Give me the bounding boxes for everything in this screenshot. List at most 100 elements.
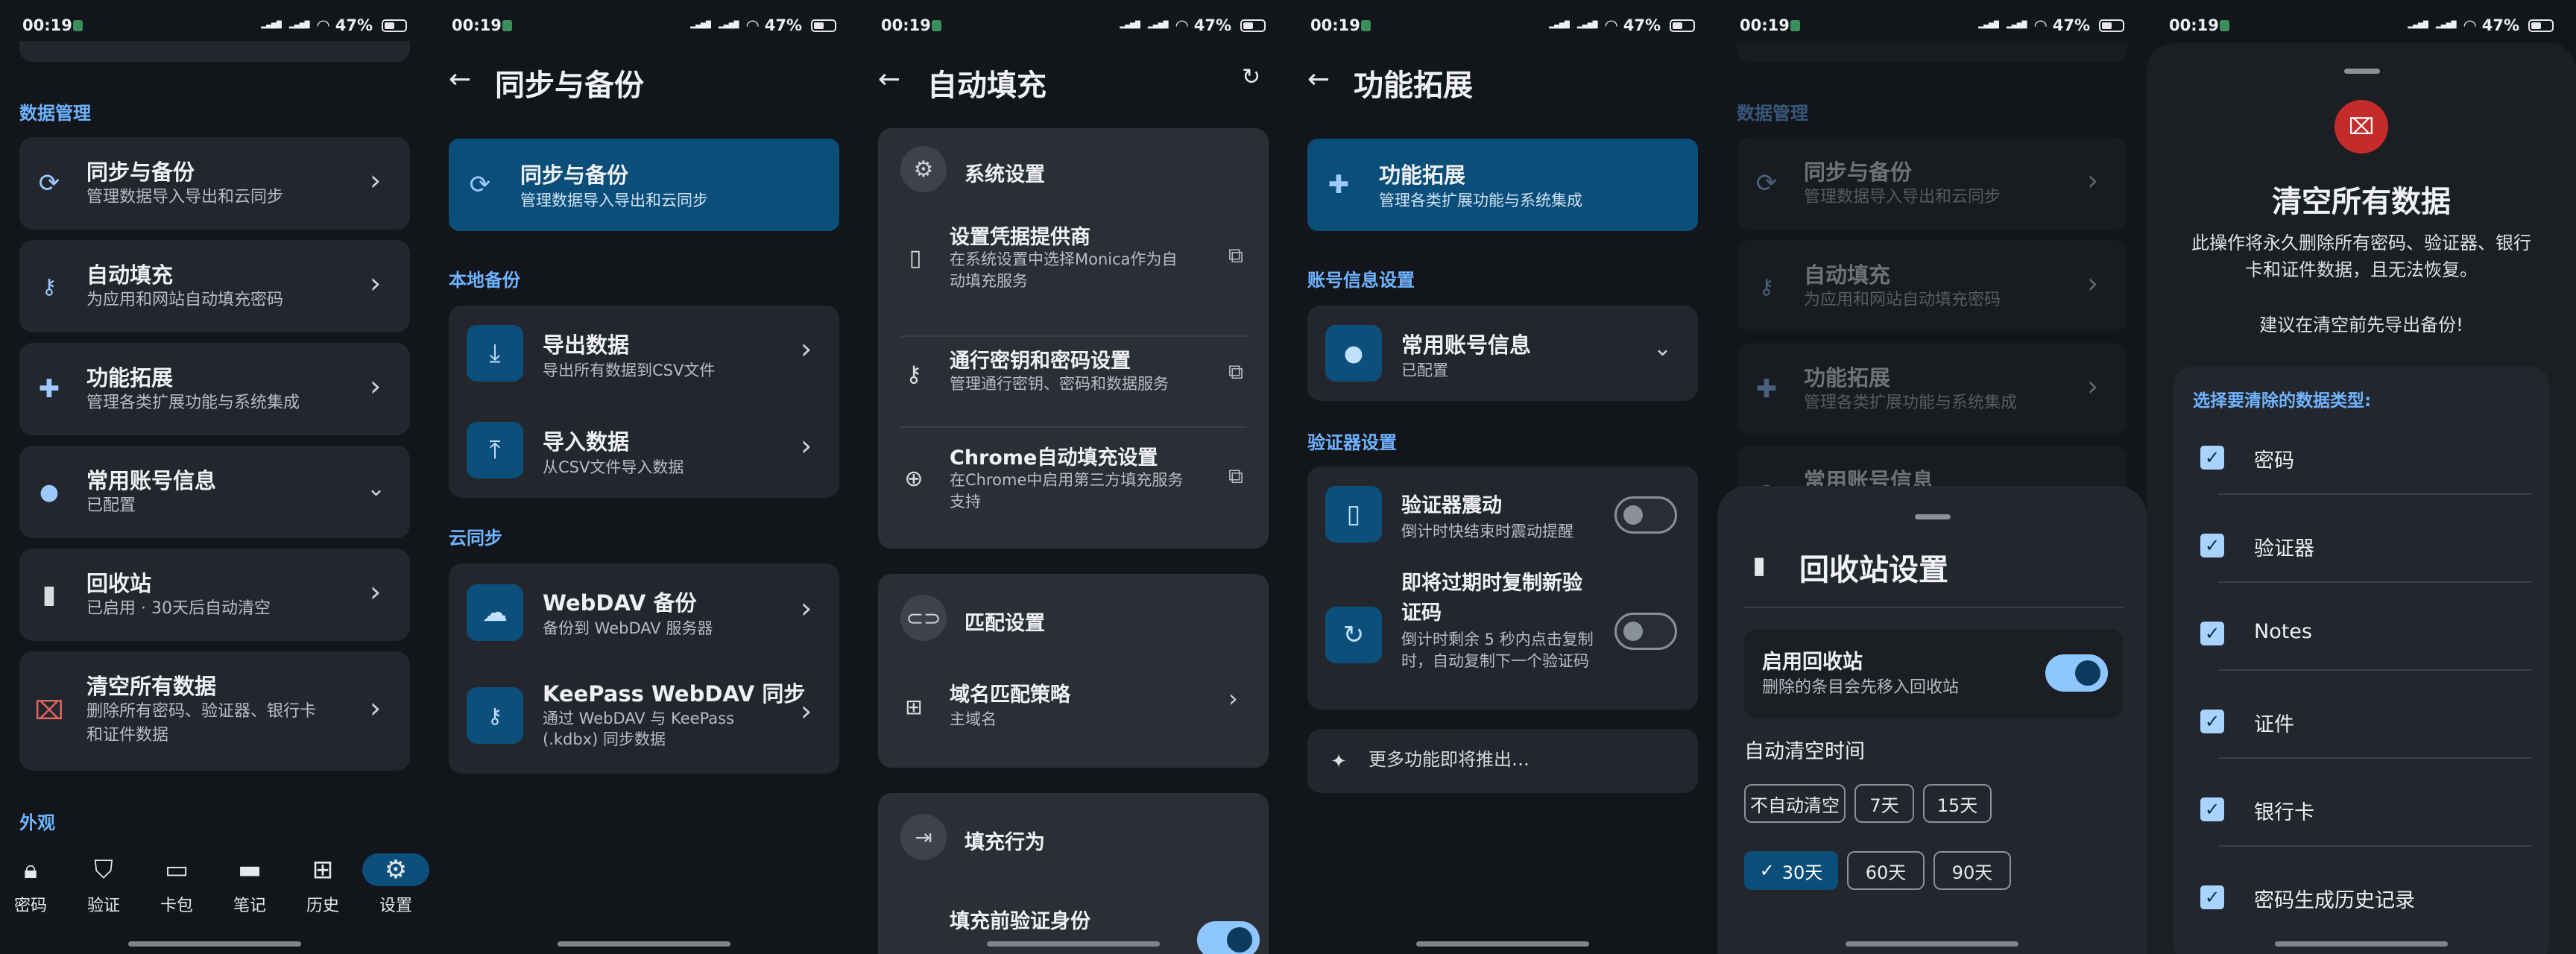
wifi-icon: ◠	[2034, 16, 2047, 34]
dialog-description: 此操作将永久删除所有密码、验证器、银行	[2191, 233, 2531, 253]
copy-next-toggle[interactable]	[1614, 613, 1677, 650]
back-arrow-icon[interactable]: ←	[878, 64, 900, 95]
sheet-drag-handle[interactable]	[1915, 514, 1951, 519]
home-indicator	[987, 941, 1160, 947]
divider	[2218, 493, 2531, 495]
account-info-row[interactable]: ● 常用账号信息 已配置 ⌄	[1307, 306, 1698, 401]
puzzle-icon: ✚	[1755, 374, 1778, 404]
chip-never[interactable]: 不自动清空	[1744, 784, 1846, 823]
checkbox-checked-icon[interactable]: ✓	[2200, 622, 2224, 645]
checkbox-checked-icon[interactable]: ✓	[2200, 885, 2224, 909]
signal-icon: ▂▄▆█	[261, 21, 282, 29]
home-indicator	[1416, 941, 1589, 947]
sheet-drag-handle[interactable]	[2344, 69, 2380, 74]
chip-15-days[interactable]: 15天	[1923, 784, 1992, 823]
option-notes[interactable]: ✓ Notes	[2174, 607, 2549, 693]
bottom-navigation: 🔒︎ 密码 ⛉ 验证 ▭ 卡包 ▬ 笔记 ⊞ 历史 ⚙ 设置	[0, 835, 429, 924]
settings-item-extensions[interactable]: ✚ 功能拓展 管理各类扩展功能与系统集成 ›	[19, 343, 410, 435]
row-title: 设置凭据提供商	[950, 226, 1090, 249]
note-icon: ▬	[237, 855, 262, 885]
option-passwords[interactable]: ✓ 密码	[2174, 431, 2549, 517]
wifi-icon: ◠	[317, 16, 329, 34]
screen-autofill: 00:19 ▂▄▆█ ▂▄▆█ ◠ 47% ← 自动填充 ↻ ⚙ 系统设置 ▯ 设置凭…	[859, 0, 1288, 954]
item-title: 清空所有数据	[86, 674, 217, 699]
home-indicator	[558, 941, 730, 947]
nav-item-notes[interactable]: ▬ 笔记	[216, 853, 283, 916]
chrome-autofill-row[interactable]: ⊕ Chrome自动填充设置 在Chrome中启用第三方填充服务 支持 ⧉	[878, 441, 1269, 534]
chevron-down-icon: ⌄	[367, 476, 386, 502]
status-bar: 00:19 ▂▄▆█ ▂▄▆█ ◠ 47%	[2147, 0, 2576, 49]
settings-item-sync[interactable]: ⟳ 同步与备份 管理数据导入导出和云同步 ›	[19, 137, 410, 230]
chip-90-days[interactable]: 90天	[1933, 851, 2011, 890]
open-external-icon: ⧉	[1228, 243, 1243, 268]
domain-match-row[interactable]: ⊞ 域名匹配策略 主域名 ›	[878, 678, 1269, 753]
item-subtitle: 为应用和网站自动填充密码	[86, 291, 284, 309]
refresh-icon[interactable]: ↻	[1242, 64, 1260, 90]
delete-forever-icon: ⌧	[2334, 100, 2388, 154]
more-features-text: 更多功能即将推出…	[1368, 749, 1530, 770]
row-subtitle: 删除的条目会先移入回收站	[1762, 678, 1960, 697]
nav-label: 验证	[86, 897, 120, 915]
checkbox-checked-icon[interactable]: ✓	[2200, 534, 2224, 557]
recycle-toggle[interactable]	[2045, 654, 2108, 692]
header-subtitle: 管理各类扩展功能与系统集成	[1379, 192, 1582, 209]
credential-provider-row[interactable]: ▯ 设置凭据提供商 在系统设置中选择Monica作为自 动填充服务 ⧉	[878, 218, 1269, 310]
checkbox-checked-icon[interactable]: ✓	[2200, 797, 2224, 821]
checkbox-checked-icon[interactable]: ✓	[2200, 710, 2224, 733]
chip-7-days[interactable]: 7天	[1854, 784, 1914, 823]
row-title: 域名匹配策略	[950, 683, 1070, 707]
option-documents[interactable]: ✓ 证件	[2174, 695, 2549, 781]
battery-text: 47%	[764, 16, 802, 34]
settings-item-autofill[interactable]: ⚷ 自动填充 为应用和网站自动填充密码 ›	[19, 240, 410, 332]
export-row[interactable]: ⤓ 导出数据 导出所有数据到CSV文件 ›	[449, 306, 839, 401]
enable-recycle-row[interactable]: 启用回收站 删除的条目会先移入回收站	[1744, 629, 2123, 718]
chevron-right-icon: ›	[1228, 684, 1238, 713]
back-arrow-icon[interactable]: ←	[1307, 64, 1330, 95]
battery-text: 47%	[1193, 16, 1231, 34]
key-icon: ⚷	[1758, 274, 1775, 299]
passkey-row[interactable]: ⚷ 通行密钥和密码设置 管理通行密钥、密码和数据服务 ⧉	[878, 341, 1269, 416]
input-icon: ⇥	[900, 814, 947, 860]
row-title[interactable]: 填充前验证身份	[950, 905, 1090, 934]
puzzle-icon: ✚	[38, 374, 60, 404]
nav-item-cards[interactable]: ▭ 卡包	[143, 853, 210, 916]
settings-item-recycle[interactable]: ▮ 回收站 已启用 · 30天后自动清空 ›	[19, 549, 410, 641]
copy-next-code-row[interactable]: ↻ 即将过期时复制新验 证码 倒计时剩余 5 秒内点击复制 时，自动复制下一个验…	[1307, 566, 1698, 710]
chip-60-days[interactable]: 60天	[1847, 851, 1925, 890]
nav-item-verify[interactable]: ⛉ 验证	[70, 853, 137, 916]
import-row[interactable]: ⤒ 导入数据 从CSV文件导入数据 ›	[449, 402, 839, 498]
nav-item-settings[interactable]: ⚙ 设置	[362, 853, 429, 916]
settings-item-account[interactable]: ● 常用账号信息 已配置 ⌄	[19, 446, 410, 538]
checkbox-checked-icon[interactable]: ✓	[2200, 446, 2224, 470]
vibrate-row[interactable]: ▯ 验证器震动 倒计时快结束时震动提醒	[1307, 467, 1698, 563]
nav-item-history[interactable]: ⊞ 历史	[289, 853, 356, 916]
option-label: 密码生成历史记录	[2254, 889, 2415, 912]
item-subtitle: 为应用和网站自动填充密码	[1804, 291, 2001, 309]
celebration-icon: ✦	[1330, 751, 1347, 773]
row-subtitle: 备份到 WebDAV 服务器	[543, 619, 713, 637]
option-bank-cards[interactable]: ✓ 银行卡	[2174, 783, 2549, 869]
divider	[2218, 757, 2531, 759]
open-external-icon: ⧉	[1228, 464, 1243, 488]
back-arrow-icon[interactable]: ←	[449, 64, 471, 95]
item-title: 回收站	[86, 571, 152, 596]
item-subtitle-2: 和证件数据	[86, 726, 169, 745]
section-label: 外观	[19, 812, 55, 833]
row-subtitle: 倒计时快结束时震动提醒	[1401, 522, 1573, 540]
notification-icon	[502, 20, 512, 31]
webdav-row[interactable]: ☁ WebDAV 备份 备份到 WebDAV 服务器 ›	[449, 563, 839, 660]
trash-icon: ▮	[42, 580, 57, 610]
row-subtitle: 倒计时剩余 5 秒内点击复制	[1401, 631, 1594, 648]
sync-icon: ⟳	[1755, 168, 1778, 198]
sync-icon: ⟳	[38, 168, 60, 198]
option-authenticators[interactable]: ✓ 验证器	[2174, 519, 2549, 605]
settings-item-clear-all[interactable]: ⌧ 清空所有数据 删除所有密码、验证器、银行卡 和证件数据 ›	[19, 651, 410, 771]
chip-30-days[interactable]: ✓ 30天	[1744, 851, 1838, 890]
section-label: 数据管理	[1737, 103, 1808, 124]
row-subtitle: 从CSV文件导入数据	[543, 458, 684, 476]
keepass-row[interactable]: ⚷ KeePass WebDAV 同步 通过 WebDAV 与 KeePass …	[449, 662, 839, 774]
verify-toggle[interactable]	[1197, 921, 1260, 954]
vibrate-toggle[interactable]	[1614, 496, 1677, 534]
nav-item-passwords[interactable]: 🔒︎ 密码	[0, 853, 64, 916]
download-icon: ⤓	[467, 325, 523, 382]
